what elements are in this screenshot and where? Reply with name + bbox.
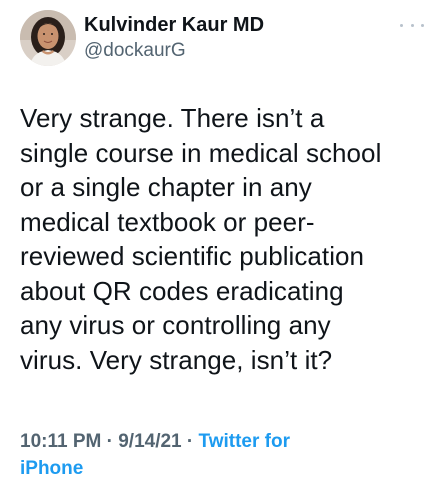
tweet-source-line1: Twitter for bbox=[198, 431, 290, 452]
ellipsis-icon[interactable] bbox=[400, 18, 424, 32]
tweet-meta: 10:11 PM · 9/14/21 · Twitter for iPhone bbox=[20, 428, 420, 482]
tweet-text-line: about QR codes eradicating bbox=[20, 275, 344, 306]
display-name[interactable]: Kulvinder Kaur MD bbox=[84, 13, 264, 37]
tweet-text-line: reviewed scientific publication bbox=[20, 241, 365, 271]
ellipsis-dot bbox=[410, 23, 414, 27]
avatar-photo bbox=[20, 10, 76, 66]
tweet: Kulvinder Kaur MD @dockaurG Very strange… bbox=[0, 0, 446, 500]
meta-separator: · bbox=[106, 431, 113, 452]
tweet-text: Very strange. There isn’t a single cours… bbox=[20, 101, 436, 377]
tweet-text-line: Very strange. There isn’t a bbox=[20, 103, 325, 133]
tweet-time[interactable]: 10:11 PM bbox=[20, 431, 101, 452]
tweet-header: Kulvinder Kaur MD @dockaurG bbox=[20, 10, 426, 68]
tweet-text-line: virus. Very strange, isn’t it? bbox=[20, 344, 333, 375]
ellipsis-dot bbox=[400, 23, 403, 27]
tweet-text-line: medical textbook or peer- bbox=[20, 206, 315, 237]
tweet-text-line: or a single chapter in any bbox=[20, 172, 312, 202]
handle[interactable]: @dockaurG bbox=[84, 39, 264, 63]
tweet-date[interactable]: 9/14/21 bbox=[118, 431, 181, 452]
avatar[interactable] bbox=[20, 10, 76, 66]
tweet-text-line: single course in medical school bbox=[20, 137, 382, 168]
tweet-text-line: any virus or controlling any bbox=[20, 310, 331, 340]
meta-separator: · bbox=[186, 431, 194, 452]
ellipsis-dot bbox=[421, 23, 424, 27]
author-names: Kulvinder Kaur MD @dockaurG bbox=[84, 13, 264, 63]
tweet-source-line2: iPhone bbox=[20, 458, 84, 479]
